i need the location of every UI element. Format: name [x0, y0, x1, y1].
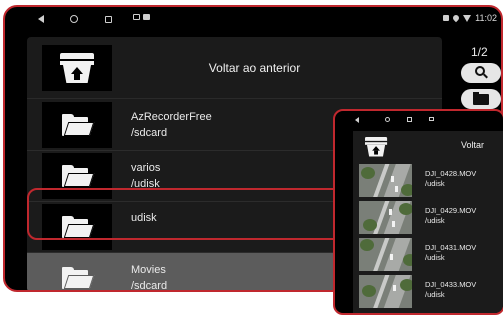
bluetooth-icon: [443, 15, 450, 21]
video-thumbnail: [359, 201, 412, 234]
video-thumbnail: [359, 275, 412, 308]
folder-name: AzRecorderFree: [131, 111, 212, 123]
folder-thumb: [42, 255, 112, 290]
back-icon[interactable]: [37, 13, 45, 25]
video-path: /udisk: [425, 179, 445, 188]
video-path: /udisk: [425, 253, 445, 262]
back-to-previous-row[interactable]: Voltar ao anterior: [27, 37, 442, 99]
notification-icon: [133, 14, 140, 20]
highlight-frame: [27, 188, 362, 240]
sidebar-controls: 1/2: [453, 37, 501, 117]
folder-name: varios: [131, 162, 161, 174]
video-name: DJI_0428.MOV: [425, 169, 477, 178]
folder-icon: [62, 165, 95, 187]
video-name: DJI_0433.MOV: [425, 280, 477, 289]
wifi-icon: [463, 14, 472, 22]
folder-icon: [62, 267, 95, 289]
video-name: DJI_0431.MOV: [425, 243, 477, 252]
home-icon[interactable]: [385, 117, 390, 122]
status-bar: [335, 111, 503, 127]
location-icon: [451, 13, 461, 23]
search-button[interactable]: [461, 63, 501, 83]
video-name: DJI_0429.MOV: [425, 206, 477, 215]
folder-up-icon: [365, 137, 388, 157]
back-icon[interactable]: [355, 117, 359, 123]
video-thumbnail: [359, 164, 412, 197]
folder-name: Movies: [131, 264, 166, 276]
back-row[interactable]: Voltar: [353, 131, 503, 161]
recents-icon[interactable]: [103, 13, 113, 25]
system-tray: 11:02: [443, 13, 497, 23]
video-row[interactable]: DJI_0428.MOV /udisk: [353, 163, 503, 198]
page-indicator: 1/2: [471, 45, 488, 59]
notification-icon: [143, 14, 150, 20]
folder-thumb: [42, 102, 112, 148]
notification-icon: [429, 117, 434, 121]
folder-path: /sdcard: [131, 127, 168, 139]
video-row[interactable]: DJI_0429.MOV /udisk: [353, 200, 503, 235]
video-list: Voltar DJI_0428.MOV /udisk DJI_0429.MOV …: [353, 131, 503, 313]
folder-button[interactable]: [461, 89, 501, 109]
video-row[interactable]: DJI_0433.MOV /udisk: [353, 274, 503, 309]
folder-icon: [62, 114, 95, 136]
video-path: /udisk: [425, 216, 445, 225]
back-row-label: Voltar ao anterior: [208, 61, 301, 75]
overlay-tablet-screen: Voltar DJI_0428.MOV /udisk DJI_0429.MOV …: [333, 109, 503, 315]
video-row[interactable]: DJI_0431.MOV /udisk: [353, 237, 503, 272]
clock: 11:02: [475, 13, 497, 23]
recents-icon[interactable]: [407, 117, 412, 122]
video-path: /udisk: [425, 290, 445, 299]
home-icon[interactable]: [69, 13, 79, 25]
back-row-label: Voltar: [461, 140, 485, 150]
status-bar: 11:02: [5, 7, 501, 31]
folder-icon: [473, 92, 489, 105]
folder-path: /sdcard: [131, 280, 168, 292]
video-thumbnail: [359, 238, 412, 271]
